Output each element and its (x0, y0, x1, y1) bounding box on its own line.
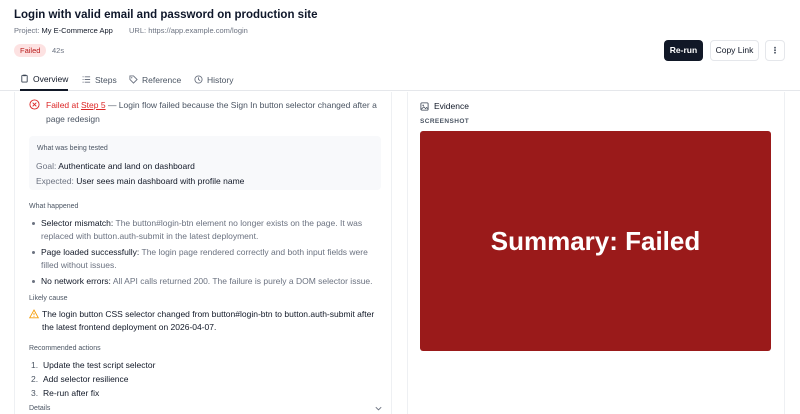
url-value: https://app.example.com/login (148, 26, 248, 35)
goal-row: Goal: Authenticate and land on dashboard (36, 161, 195, 171)
evidence-panel: Evidence SCREENSHOT Summary: Failed (407, 92, 785, 414)
cause-text: The login button CSS selector changed fr… (42, 309, 375, 332)
list-item: Selector mismatch: The button#login-btn … (29, 217, 379, 242)
details-toggle[interactable]: Details (29, 405, 382, 412)
details-label: Details (29, 405, 51, 412)
expected-row: Expected: User sees main dashboard with … (36, 176, 244, 186)
happened-title: What happened (29, 203, 79, 210)
test-meta: Project: My E-Commerce App URL: https://… (14, 26, 248, 35)
tab-label: Overview (33, 73, 69, 84)
tab-label: Reference (142, 74, 182, 85)
screenshot-text: Summary: Failed (490, 225, 701, 256)
url-label: URL: (129, 26, 147, 35)
failure-prefix: Failed at (46, 100, 79, 110)
tested-title: What was being tested (37, 145, 108, 152)
recommended-list: 1. Update the test script selector 2. Add … (31, 358, 371, 400)
goal-label: Goal: (36, 161, 57, 171)
tab-reference[interactable]: Reference (129, 68, 181, 91)
tag-icon (129, 75, 138, 84)
tested-box: What was being tested Goal: Authenticate… (29, 136, 381, 190)
tab-overview[interactable]: Overview (20, 68, 69, 91)
screenshot-label: SCREENSHOT (420, 118, 470, 125)
list-item: Page loaded successfully: The login page… (29, 246, 379, 271)
warning-icon (29, 309, 39, 319)
overview-panel: Failed at Step 5 — Login flow failed bec… (14, 92, 392, 414)
item-title: Selector mismatch: (41, 218, 114, 228)
cause-title: Likely cause (29, 295, 68, 302)
tab-label: History (207, 74, 234, 85)
tab-bar: Overview Steps Reference History (0, 68, 800, 91)
duration: 42s (52, 46, 65, 55)
tab-history[interactable]: History (194, 68, 233, 91)
project-label: Project: (14, 26, 40, 35)
project-value: My E-Commerce App (41, 26, 113, 35)
expected-value: User sees main dashboard with profile na… (76, 176, 245, 186)
cause-block: The login button CSS selector changed fr… (29, 308, 379, 333)
evidence-header: Evidence (420, 101, 469, 111)
page-header: Login with valid email and password on p… (0, 0, 800, 68)
evidence-title: Evidence (434, 101, 469, 111)
more-options-button[interactable]: ⋮ (765, 40, 785, 61)
list-item: 2. Add selector resilience (31, 374, 129, 384)
tab-steps[interactable]: Steps (82, 68, 117, 91)
failed-step-link[interactable]: Step 5 (81, 100, 106, 110)
recommended-title: Recommended actions (29, 345, 101, 352)
history-icon (194, 75, 203, 84)
copy-link-button[interactable]: Copy Link (710, 40, 759, 61)
clipboard-icon (21, 74, 28, 83)
list-item: 3. Re-run after fix (31, 388, 100, 398)
happened-list: Selector mismatch: The button#login-btn … (29, 217, 379, 292)
status-badge: Failed (14, 44, 47, 57)
list-item: No network errors: All API calls returne… (29, 275, 379, 288)
failure-summary: Failed at Step 5 — Login flow failed bec… (29, 98, 379, 126)
tab-label: Steps (95, 74, 117, 85)
page-title: Login with valid email and password on p… (14, 9, 318, 21)
item-title: No network errors: (41, 276, 111, 286)
goal-value: Authenticate and land on dashboard (58, 161, 195, 171)
list-icon (82, 76, 91, 83)
error-circle-icon (29, 99, 40, 110)
list-item: 1. Update the test script selector (31, 360, 156, 370)
chevron-down-icon (375, 406, 382, 411)
screenshot-image[interactable]: Summary: Failed (420, 131, 771, 351)
item-title: Page loaded successfully: (41, 247, 140, 257)
expected-label: Expected: (36, 176, 74, 186)
image-icon (420, 101, 429, 111)
rerun-button[interactable]: Re-run (664, 40, 703, 61)
item-text: All API calls returned 200. The failure … (112, 276, 373, 286)
